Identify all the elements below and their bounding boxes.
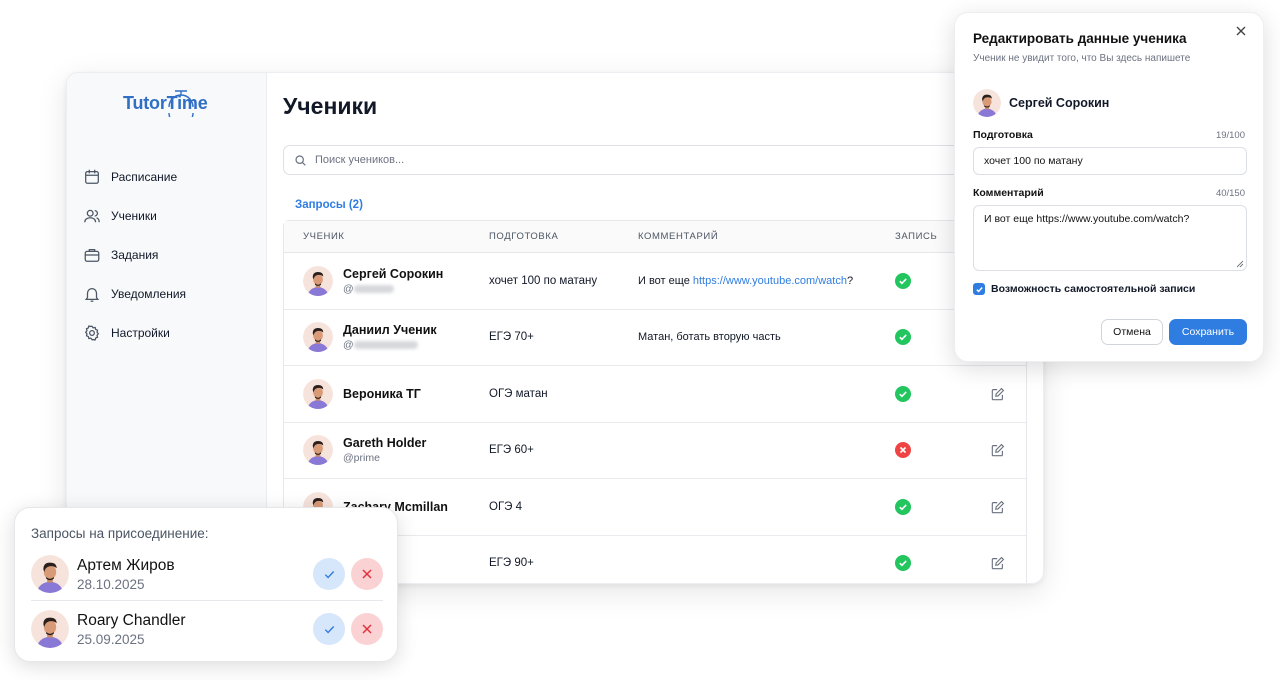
avatar: [31, 555, 69, 593]
sidebar-item-notifications[interactable]: Уведомления: [81, 274, 261, 313]
avatar: [303, 435, 333, 465]
cancel-button[interactable]: Отмена: [1101, 319, 1163, 345]
sidebar-item-settings[interactable]: Настройки: [81, 313, 261, 352]
avatar: [303, 266, 333, 296]
reject-button[interactable]: [351, 558, 383, 590]
edit-icon[interactable]: [991, 387, 1005, 401]
student-prep: ОГЭ матан: [489, 387, 548, 400]
modal-subtitle: Ученик не увидит того, что Вы здесь напи…: [973, 53, 1191, 64]
prep-counter: 19/100: [1215, 130, 1245, 141]
sidebar-item-label: Задания: [111, 247, 159, 262]
close-icon: [362, 569, 372, 579]
briefcase-icon: [84, 248, 100, 262]
accept-button[interactable]: [313, 558, 345, 590]
check-icon: [324, 570, 334, 578]
student-name: Сергей Сорокин: [343, 266, 444, 281]
sidebar-item-students[interactable]: Ученики: [81, 196, 261, 235]
check-circle-icon: [895, 272, 911, 289]
student-handle: @prime: [343, 452, 380, 465]
x-circle-icon: [895, 442, 911, 459]
users-icon: [84, 209, 100, 222]
check-icon: [324, 625, 334, 633]
self-booking-checkbox[interactable]: Возможность самостоятельной записи: [973, 283, 1195, 295]
join-requests-popup: Запросы на присоединение: Артем Жиров 28…: [14, 507, 398, 662]
sidebar-item-label: Расписание: [111, 169, 178, 184]
search-input[interactable]: [315, 154, 915, 166]
page-title: Ученики: [283, 93, 378, 119]
logo[interactable]: TutorTime: [123, 87, 213, 117]
sidebar-item-label: Уведомления: [111, 286, 187, 301]
column-header-prep: ПОДГОТОВКА: [489, 231, 559, 242]
student-prep: ЕГЭ 60+: [489, 444, 534, 457]
list-item: Артем Жиров 28.10.2025: [31, 549, 383, 599]
close-icon: [362, 624, 372, 634]
save-button[interactable]: Сохранить: [1169, 319, 1247, 345]
close-icon[interactable]: [1235, 25, 1247, 37]
resize-handle-icon[interactable]: [1235, 259, 1244, 268]
accept-button[interactable]: [313, 613, 345, 645]
student-name: Gareth Holder: [343, 436, 427, 451]
comment-label: Комментарий: [973, 187, 1044, 199]
avatar: [303, 322, 333, 352]
calendar-icon: [85, 169, 99, 184]
column-header-comment: КОММЕНТАРИЙ: [638, 230, 719, 242]
sidebar-item-tasks[interactable]: Задания: [81, 235, 261, 274]
check-circle-icon: [895, 555, 911, 572]
student-prep: ОГЭ 4: [489, 500, 523, 513]
search-box[interactable]: [283, 145, 983, 175]
gear-icon: [84, 324, 100, 341]
search-icon: [295, 154, 306, 166]
modal-title: Редактировать данные ученика: [973, 31, 1187, 46]
comment-counter: 40/150: [1215, 188, 1245, 199]
edit-student-modal: Редактировать данные ученика Ученик не у…: [954, 12, 1264, 362]
comment-link[interactable]: https://www.youtube.com/watch: [693, 275, 847, 287]
student-comment: Матан, ботать вторую часть: [638, 331, 781, 344]
check-circle-icon: [895, 329, 911, 346]
column-header-student: УЧЕНИК: [303, 231, 345, 242]
modal-student: Сергей Сорокин: [973, 89, 1109, 117]
student-handle: @: [343, 339, 437, 351]
edit-icon[interactable]: [991, 500, 1005, 514]
request-name: Артем Жиров: [77, 556, 175, 574]
self-booking-label: Возможность самостоятельной записи: [991, 283, 1196, 295]
popup-title: Запросы на присоединение:: [31, 526, 209, 541]
sidebar-nav: Расписание Ученики Задания Уведомления Н…: [81, 157, 261, 352]
divider: [31, 600, 383, 601]
sidebar-item-label: Настройки: [111, 325, 170, 340]
table-row[interactable]: Сергей Сорокин @ хочет 100 по матану И в…: [284, 253, 1026, 310]
checkbox-checked-icon: [973, 283, 985, 295]
edit-icon[interactable]: [991, 443, 1005, 457]
bell-icon: [84, 287, 100, 302]
avatar: [31, 610, 69, 648]
table-header: УЧЕНИК ПОДГОТОВКА КОММЕНТАРИЙ ЗАПИСЬ: [284, 221, 1026, 253]
prep-label: Подготовка: [973, 129, 1033, 141]
request-date: 28.10.2025: [77, 576, 145, 592]
avatar: [973, 89, 1001, 117]
tab-requests[interactable]: Запросы (2): [295, 199, 363, 211]
student-prep: ЕГЭ 70+: [489, 331, 534, 344]
edit-icon[interactable]: [991, 556, 1005, 570]
sidebar-item-label: Ученики: [111, 208, 157, 223]
request-date: 25.09.2025: [77, 631, 145, 647]
clock-icon: [168, 90, 194, 117]
avatar: [303, 379, 333, 409]
reject-button[interactable]: [351, 613, 383, 645]
check-circle-icon: [895, 385, 911, 402]
comment-textarea[interactable]: И вот еще https://www.youtube.com/watch?: [973, 205, 1247, 271]
student-name: Вероника ТГ: [343, 386, 421, 401]
student-comment: И вот еще https://www.youtube.com/watch?: [638, 274, 854, 287]
check-circle-icon: [895, 498, 911, 515]
table-row[interactable]: Gareth Holder @prime ЕГЭ 60+: [284, 423, 1026, 479]
modal-student-name: Сергей Сорокин: [1009, 96, 1110, 110]
student-prep: ЕГЭ 90+: [489, 557, 534, 570]
request-name: Roary Chandler: [77, 611, 186, 629]
list-item: Roary Chandler 25.09.2025: [31, 604, 383, 654]
sidebar-item-schedule[interactable]: Расписание: [81, 157, 261, 196]
table-row[interactable]: Вероника ТГ ОГЭ матан: [284, 366, 1026, 423]
student-name: Даниил Ученик: [343, 323, 437, 338]
student-handle: @: [343, 283, 443, 295]
table-row[interactable]: Даниил Ученик @ ЕГЭ 70+ Матан, ботать вт…: [284, 310, 1026, 366]
student-prep: хочет 100 по матану: [489, 274, 598, 287]
prep-input[interactable]: [973, 147, 1247, 175]
